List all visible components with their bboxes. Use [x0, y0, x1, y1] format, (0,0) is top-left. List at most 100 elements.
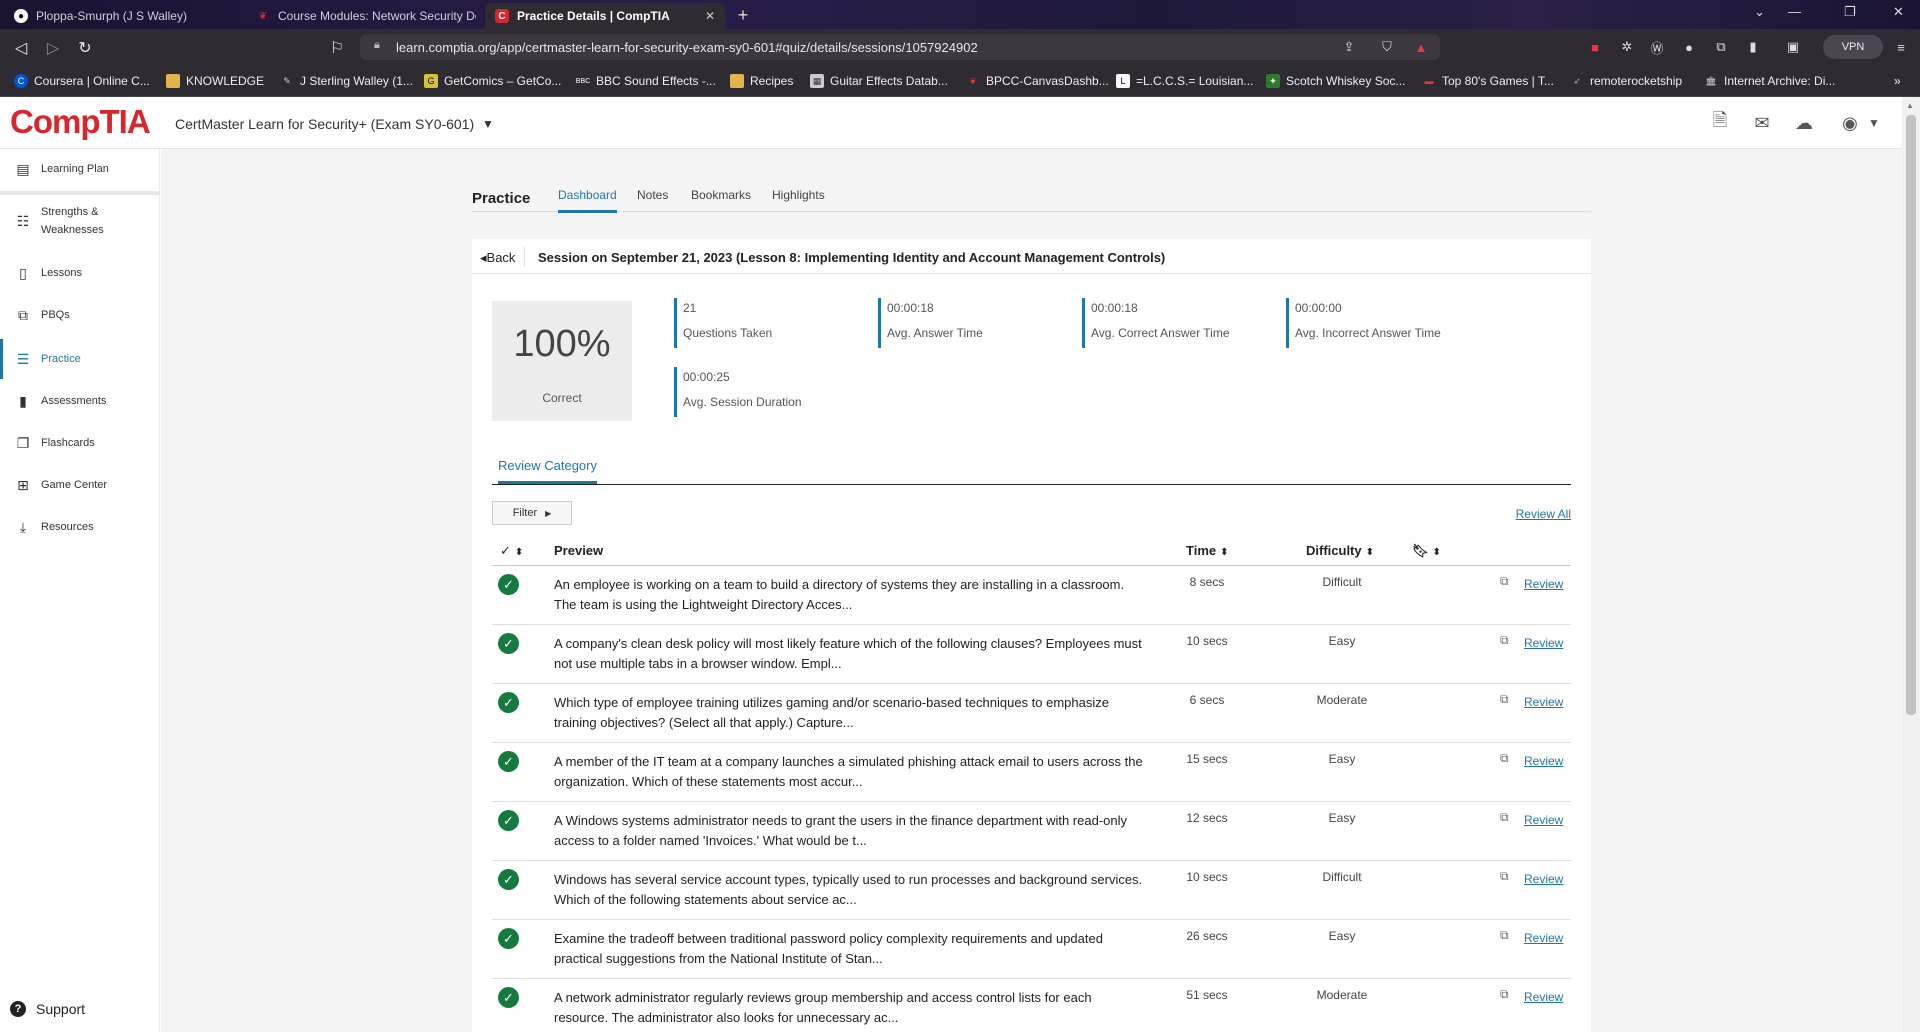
- brave-shield-icon[interactable]: ⛉: [1378, 38, 1396, 56]
- review-link[interactable]: Review: [1524, 990, 1563, 1004]
- stat-label: Avg. Incorrect Answer Time: [1295, 326, 1441, 340]
- review-link[interactable]: Review: [1524, 695, 1563, 709]
- bookmark-bbc-sound[interactable]: BBC BBC Sound Effects -...: [576, 74, 716, 88]
- share-icon[interactable]: ⇪: [1340, 38, 1358, 56]
- brave-rewards-icon[interactable]: ▲: [1412, 38, 1430, 56]
- bookmark-coursera[interactable]: C Coursera | Online C...: [14, 74, 150, 88]
- new-tab-button[interactable]: +: [731, 3, 755, 27]
- review-link[interactable]: Review: [1524, 754, 1563, 768]
- page-scrollbar[interactable]: ▲: [1902, 97, 1920, 1032]
- comptia-logo[interactable]: CompTIA: [10, 103, 151, 141]
- user-avatar-icon[interactable]: ◉: [1838, 112, 1862, 134]
- extensions-puzzle-icon[interactable]: ⧉: [1712, 38, 1730, 56]
- bookmark-scotch-whiskey[interactable]: ✦ Scotch Whiskey Soc...: [1266, 74, 1405, 88]
- address-bar[interactable]: 🔒︎ learn.comptia.org/app/certmaster-lear…: [360, 34, 1440, 60]
- question-time: 10 secs: [1186, 870, 1228, 884]
- download-icon: ⤓: [19, 518, 27, 535]
- menu-icon[interactable]: ≡: [1892, 38, 1910, 56]
- bookmark-recipes[interactable]: Recipes: [730, 74, 793, 88]
- maximize-icon[interactable]: ❐: [1844, 4, 1856, 20]
- extension-red-icon[interactable]: ■: [1586, 38, 1604, 56]
- review-external-icon[interactable]: ⧉: [1500, 987, 1509, 1002]
- sidebar-item-label: PBQs: [41, 309, 70, 321]
- course-selector[interactable]: CertMaster Learn for Security+ (Exam SY0…: [175, 116, 474, 132]
- cloud-check-icon[interactable]: ☁: [1792, 112, 1816, 134]
- vpn-button[interactable]: VPN: [1823, 35, 1883, 59]
- scrollbar-thumb[interactable]: [1906, 115, 1916, 715]
- review-external-icon[interactable]: ⧉: [1500, 574, 1509, 589]
- notes-icon[interactable]: 🗎︎: [1708, 110, 1732, 134]
- tab-review-category[interactable]: Review Category: [498, 458, 597, 484]
- sidebar-toggle-icon[interactable]: ▮: [1744, 38, 1762, 56]
- sidebar-item-assessments[interactable]: ▮ Assessments: [0, 389, 160, 413]
- bookmark-top-80s-games[interactable]: ▬ Top 80's Games | T...: [1422, 74, 1554, 88]
- wallet-icon[interactable]: ▣: [1784, 38, 1802, 56]
- filter-button[interactable]: Filter ▶: [492, 501, 572, 525]
- review-external-icon[interactable]: ⧉: [1500, 633, 1509, 648]
- sidebar-item-lessons[interactable]: ▯ Lessons: [0, 261, 160, 285]
- column-header-bookmark[interactable]: 🔖︎ ⬍: [1412, 543, 1441, 559]
- sidebar-item-learning-plan[interactable]: ▤ Learning Plan: [0, 157, 160, 181]
- bookmark-internet-archive[interactable]: 🏛︎ Internet Archive: Di...: [1704, 74, 1835, 88]
- sort-icon: ⬍: [514, 547, 524, 558]
- column-header-time[interactable]: Time ⬍: [1186, 543, 1229, 558]
- bookmark-page-icon[interactable]: ⚐: [326, 37, 348, 59]
- review-external-icon[interactable]: ⧉: [1500, 810, 1509, 825]
- review-link[interactable]: Review: [1524, 872, 1563, 886]
- minimize-icon[interactable]: —: [1788, 4, 1801, 19]
- tab-dashboard[interactable]: Dashboard: [558, 188, 617, 213]
- bookmark-jsterling[interactable]: ✎ J Sterling Walley (1...: [280, 74, 413, 88]
- bbc-icon: BBC: [575, 77, 591, 85]
- bookmark-bpcc-canvas[interactable]: ❦ BPCC-CanvasDashb...: [966, 74, 1109, 88]
- stat-value: 00:00:00: [1295, 301, 1342, 315]
- extension-circle-icon[interactable]: ●: [1680, 38, 1698, 56]
- folder-icon: [166, 74, 180, 88]
- back-arrow-icon[interactable]: ◁: [10, 37, 32, 59]
- sidebar-item-strengths[interactable]: ☷ Strengths & Weaknesses: [0, 203, 160, 239]
- column-header-correct[interactable]: ✓ ⬍: [500, 543, 523, 559]
- mail-icon[interactable]: ✉: [1750, 112, 1774, 134]
- support-link[interactable]: ? Support: [10, 1001, 85, 1017]
- tab-bookmarks[interactable]: Bookmarks: [691, 188, 751, 202]
- tab-highlights[interactable]: Highlights: [772, 188, 825, 202]
- review-all-link[interactable]: Review All: [1516, 507, 1571, 521]
- back-button[interactable]: ◂Back: [480, 250, 515, 266]
- stat-value: 00:00:18: [887, 301, 934, 315]
- tab-notes[interactable]: Notes: [637, 188, 668, 202]
- review-link[interactable]: Review: [1524, 577, 1563, 591]
- score-percent: 100%: [513, 323, 611, 365]
- close-window-icon[interactable]: ✕: [1893, 4, 1904, 20]
- review-external-icon[interactable]: ⧉: [1500, 692, 1509, 707]
- bookmark-label: remoterocketship: [1590, 74, 1683, 88]
- review-link[interactable]: Review: [1524, 813, 1563, 827]
- browser-tab-github[interactable]: ● Ploppa-Smurph (J S Walley): [4, 3, 236, 29]
- reload-icon[interactable]: ↻: [74, 37, 96, 59]
- column-header-difficulty[interactable]: Difficulty ⬍: [1306, 543, 1374, 558]
- sidebar-item-pbqs[interactable]: ⧉ PBQs: [0, 303, 160, 327]
- sidebar-item-flashcards[interactable]: ❐ Flashcards: [0, 431, 160, 455]
- forward-arrow-icon[interactable]: ▷: [42, 37, 64, 59]
- review-link[interactable]: Review: [1524, 636, 1563, 650]
- scroll-up-icon[interactable]: ▲: [1906, 101, 1914, 110]
- bookmark-guitar-effects[interactable]: ▦ Guitar Effects Datab...: [810, 74, 948, 88]
- sidebar-item-game-center[interactable]: ⊞ Game Center: [0, 473, 160, 497]
- close-tab-icon[interactable]: ✕: [697, 9, 715, 23]
- sidebar-item-resources[interactable]: ⤓ Resources: [0, 515, 160, 539]
- bookmark-lccs[interactable]: L =L.C.C.S.= Louisian...: [1116, 74, 1253, 88]
- extension-w-icon[interactable]: Ⓦ: [1648, 38, 1666, 56]
- browser-tab-practice-details[interactable]: C Practice Details | CompTIA ✕: [485, 3, 725, 29]
- review-link[interactable]: Review: [1524, 931, 1563, 945]
- bookmark-remoterocketship[interactable]: ➶ remoterocketship: [1570, 74, 1682, 88]
- extension-gear-icon[interactable]: ✲: [1618, 38, 1636, 56]
- more-bookmarks-icon[interactable]: »: [1894, 74, 1901, 88]
- bookmark-getcomics[interactable]: G GetComics – GetCo...: [424, 74, 561, 88]
- review-external-icon[interactable]: ⧉: [1500, 751, 1509, 766]
- browser-tab-course-modules[interactable]: ❦ Course Modules: Network Security De: [246, 3, 476, 29]
- user-menu-chevron-icon[interactable]: ▼: [1862, 112, 1886, 134]
- bookmark-knowledge[interactable]: KNOWLEDGE: [166, 74, 264, 88]
- sidebar-item-practice[interactable]: ☰ Practice: [0, 339, 160, 379]
- chevron-down-icon[interactable]: ▼: [482, 117, 494, 131]
- review-external-icon[interactable]: ⧉: [1500, 928, 1509, 943]
- tab-search-icon[interactable]: ⌄: [1754, 4, 1765, 20]
- review-external-icon[interactable]: ⧉: [1500, 869, 1509, 884]
